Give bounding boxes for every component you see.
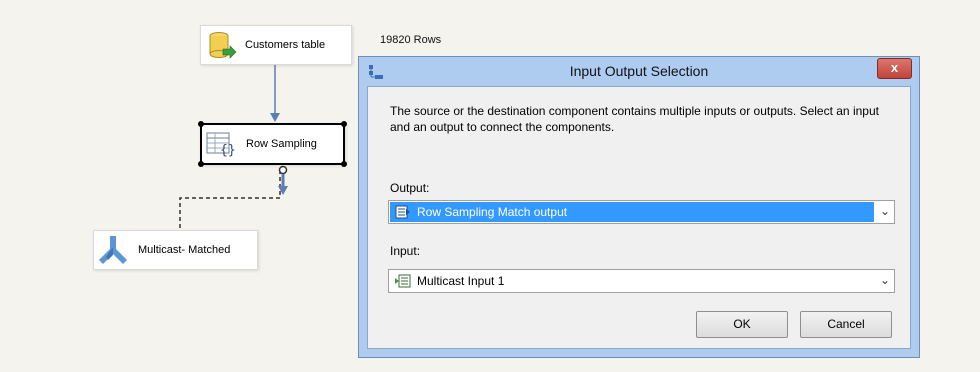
dialog-description: The source or the destination component … [390, 104, 879, 134]
dialog-title: Input Output Selection [569, 63, 709, 79]
cancel-button[interactable]: Cancel [800, 311, 892, 338]
chevron-down-icon[interactable]: ⌄ [880, 273, 890, 287]
path-row-count: 19820 Rows [380, 34, 442, 46]
close-button[interactable]: x [877, 58, 912, 79]
output-selected-value: Row Sampling Match output [417, 205, 568, 219]
selection-handle[interactable] [198, 161, 204, 167]
svg-text:{}: {} [220, 143, 236, 158]
chevron-down-icon[interactable]: ⌄ [880, 204, 890, 218]
multicast-icon [99, 236, 127, 264]
database-source-icon [209, 32, 237, 59]
input-output-selection-dialog: Input Output Selection x The source or t… [358, 56, 920, 358]
path-start-handle[interactable] [278, 165, 288, 175]
row-sampling-label: Row Sampling [246, 138, 317, 150]
dialog-titlebar[interactable]: Input Output Selection x [359, 57, 919, 85]
customers-table-source[interactable]: Customers table [200, 25, 352, 65]
input-port-icon [395, 274, 411, 291]
output-dropdown[interactable]: Row Sampling Match output ⌄ [388, 200, 895, 224]
row-sampling-icon: {} [206, 132, 236, 158]
multicast-matched-label: Multicast- Matched [138, 244, 231, 256]
pending-path-connector[interactable] [179, 170, 281, 230]
output-port-icon [395, 205, 411, 222]
selection-handle[interactable] [341, 121, 347, 127]
input-selected-value: Multicast Input 1 [417, 274, 505, 288]
dialog-body: The source or the destination component … [367, 86, 911, 349]
customers-table-label: Customers table [245, 39, 326, 51]
input-label: Input: [390, 244, 421, 258]
selection-handle[interactable] [198, 121, 204, 127]
ok-button[interactable]: OK [696, 311, 788, 338]
selection-handle[interactable] [341, 161, 347, 167]
row-sampling-transform[interactable]: {} Row Sampling [198, 121, 347, 167]
multicast-matched-transform[interactable]: Multicast- Matched [93, 230, 258, 270]
input-dropdown[interactable]: Multicast Input 1 ⌄ [388, 269, 895, 293]
output-label: Output: [390, 181, 430, 195]
path-arrowhead [270, 113, 280, 122]
